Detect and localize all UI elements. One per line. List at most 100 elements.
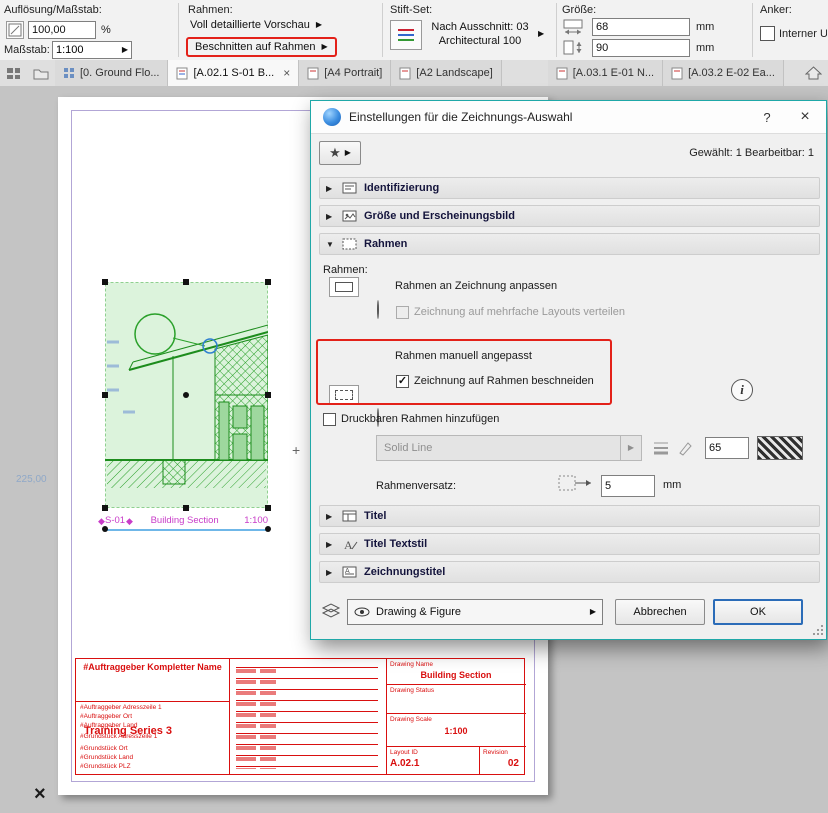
title-table-icon [342, 510, 357, 522]
penset-chevron-icon[interactable]: ▶ [538, 30, 544, 38]
selection-handle[interactable] [102, 505, 108, 511]
eye-icon [354, 607, 370, 617]
favorites-button[interactable]: ★ ▶ [319, 141, 361, 165]
frame-offset-input[interactable] [601, 475, 655, 497]
fit-frame-radio[interactable] [377, 300, 379, 319]
chevron-right-icon: ▶ [326, 539, 333, 549]
info-button[interactable]: i [731, 379, 753, 401]
height-input[interactable] [592, 39, 690, 57]
layout-page-icon [556, 67, 568, 79]
selection-handle[interactable] [183, 279, 189, 285]
site-country: #Grundstück Land [80, 754, 134, 761]
selection-handle[interactable] [265, 279, 271, 285]
navigator-folder-button[interactable] [27, 60, 55, 86]
selection-handle[interactable] [265, 392, 271, 398]
section-titel-textstil[interactable]: ▶ A Titel Textstil [319, 533, 820, 555]
toolbar-divider [382, 3, 383, 57]
section-titel[interactable]: ▶ Titel [319, 505, 820, 527]
scale-label: Maßstab: [4, 44, 50, 56]
home-tab-button[interactable] [799, 60, 828, 86]
titleblock-line [386, 746, 526, 747]
dialog-titlebar[interactable]: Einstellungen für die Zeichnungs-Auswahl… [311, 101, 826, 134]
layout-tabbar: [0. Ground Flo... [A.02.1 S-01 B... × [A… [0, 60, 828, 87]
client-name: #Auftraggeber Kompletter Name [83, 662, 222, 672]
layout-id-value: A.02.1 [390, 758, 420, 769]
highlight-box [316, 339, 612, 405]
section-zeichnungstitel[interactable]: ▶ A Zeichnungstitel [319, 561, 820, 583]
cancel-button[interactable]: Abbrechen [615, 599, 705, 625]
quick-options-button[interactable] [0, 60, 27, 86]
resolution-icon [6, 21, 24, 39]
drawing-title[interactable]: S-01 Building Section 1:100 [105, 515, 268, 526]
resolution-input[interactable] [28, 21, 96, 39]
pen-color-swatch[interactable] [757, 436, 803, 460]
tab-ground-floor[interactable]: [0. Ground Flo... [55, 60, 169, 86]
layout-page-icon [399, 67, 411, 79]
line-weight-icon [651, 439, 671, 462]
tab-layout-a032[interactable]: [A.03.2 E-02 Ea... [663, 60, 784, 86]
titleblock-divider [229, 659, 230, 774]
percent-label: % [101, 24, 111, 36]
frame-group-label: Rahmen: [188, 4, 233, 16]
clipped-to-frame-dropdown[interactable]: Beschnitten auf Rahmen ▶ [186, 37, 337, 57]
anchor-origin-checkbox[interactable] [760, 26, 775, 41]
title-handle-icon[interactable]: ◆ [98, 517, 105, 526]
frame-offset-icon [557, 473, 595, 498]
svg-text:A: A [344, 538, 353, 551]
selection-handle[interactable] [183, 505, 189, 511]
endpoint-dot[interactable] [102, 526, 108, 532]
chevron-right-icon: ▶ [344, 148, 351, 157]
home-icon [805, 66, 822, 80]
anchor-option-label: Interner Ursp [779, 28, 827, 40]
width-icon [562, 18, 586, 40]
chevron-right-icon: ▶ [620, 436, 641, 460]
anchor-dot[interactable] [183, 392, 189, 398]
chevron-right-icon: ▶ [315, 20, 323, 29]
penset-value[interactable]: Nach Ausschnitt: 03 Architectural 100 [428, 20, 532, 48]
selection-handle[interactable] [102, 279, 108, 285]
tab-layout-a031[interactable]: [A.03.1 E-01 N... [547, 60, 664, 86]
selection-handle[interactable] [102, 392, 108, 398]
linetype-combo: Solid Line ▶ [376, 435, 642, 461]
width-input[interactable] [592, 18, 690, 36]
frame-panel-label: Rahmen: [323, 264, 368, 276]
crop-to-frame-checkbox[interactable]: ✓ [396, 375, 409, 388]
selection-handle[interactable] [265, 505, 271, 511]
dialog-title: Einstellungen für die Zeichnungs-Auswahl [349, 110, 573, 124]
help-button[interactable]: ? [756, 107, 778, 127]
layer-combo[interactable]: Drawing & Figure ▶ [347, 599, 603, 625]
pen-number-input[interactable] [705, 437, 749, 459]
preview-mode-dropdown[interactable]: Voll detaillierte Vorschau ▶ [190, 19, 322, 31]
section-groesse[interactable]: ▶ Größe und Erscheinungsbild [319, 205, 820, 227]
drawing-scale-value: 1:100 [444, 726, 468, 736]
drawing-scale-label: Drawing Scale [390, 716, 432, 723]
ok-button[interactable]: OK [713, 599, 803, 625]
titleblock-divider [479, 746, 480, 774]
tab-a4-portrait[interactable]: [A4 Portrait] [299, 60, 392, 86]
revision-table-entries [236, 669, 256, 769]
tab-layout-a021[interactable]: [A.02.1 S-01 B... × [168, 60, 300, 86]
tab-a2-landscape[interactable]: [A2 Landscape] [391, 60, 502, 86]
drawing-scale: 1:100 [244, 515, 268, 526]
section-identifizierung[interactable]: ▶ Identifizierung [319, 177, 820, 199]
selection-count: Gewählt: 1 Bearbeitbar: 1 [689, 147, 814, 159]
close-tab-icon[interactable]: × [283, 66, 290, 80]
layout-page-icon [671, 67, 683, 79]
endpoint-dot[interactable] [265, 526, 271, 532]
toolbar-divider [556, 3, 557, 57]
height-icon [562, 39, 586, 62]
title-underline [105, 529, 268, 531]
resolution-label: Auflösung/Maßstab: [4, 4, 102, 16]
layers-icon[interactable] [319, 601, 343, 626]
section-rahmen[interactable]: ▼ Rahmen [319, 233, 820, 255]
drawing-title-icon: A [342, 566, 357, 578]
fit-frame-label: Rahmen an Zeichnung anpassen [395, 280, 558, 292]
scale-combo[interactable]: 1:100 ▶ [52, 41, 132, 59]
resize-grip[interactable] [812, 625, 823, 636]
penset-icon[interactable] [390, 20, 422, 50]
close-button[interactable]: × [794, 107, 816, 127]
chevron-right-icon: ▶ [326, 567, 333, 577]
toolbar-divider [752, 3, 753, 57]
svg-text:A: A [345, 568, 350, 575]
printable-frame-checkbox[interactable] [323, 413, 336, 426]
